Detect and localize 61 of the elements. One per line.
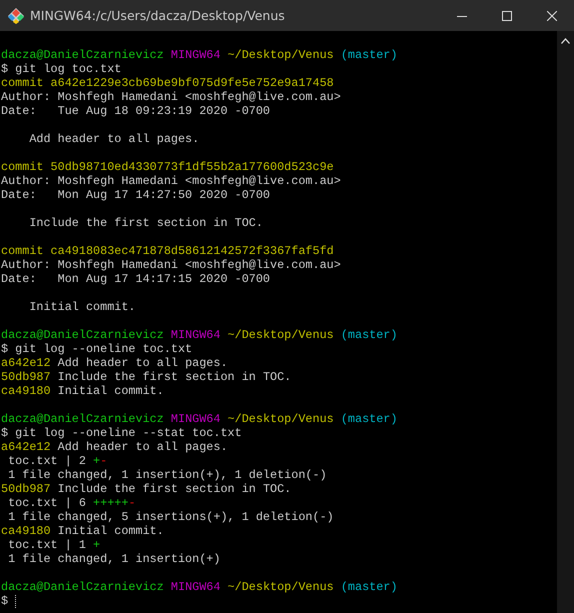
branch-name: (master) [340, 580, 398, 594]
commit-hash: a642e12 [1, 440, 51, 454]
output-text: Author: Moshfegh Hamedani <moshfegh@live.com.au> [1, 90, 341, 104]
output-text: Add header to all pages. [56, 356, 228, 370]
output-text: Initial commit. [28, 300, 136, 314]
output-text: Include the first section in TOC. [28, 216, 263, 230]
directory-path: ~/Desktop/Venus [228, 580, 334, 594]
commit-hash: 50db987 [1, 370, 51, 384]
output-text: Include the first section in TOC. [56, 370, 292, 384]
output-text: $ git log --oneline --stat toc.txt [1, 426, 242, 440]
insertion-marks: + [93, 454, 100, 468]
output-text: toc.txt | 6 [7, 496, 87, 510]
output-text: Include the first section in TOC. [56, 482, 292, 496]
output-text: 1 file changed, 1 insertion(+), 1 deletion(-) [7, 468, 327, 482]
shell-name: MINGW64 [170, 580, 220, 594]
branch-name: (master) [340, 48, 398, 62]
branch-name: (master) [340, 412, 398, 426]
output-text: Date: Mon Aug 17 14:27:50 2020 -0700 [1, 188, 270, 202]
shell-name: MINGW64 [170, 412, 220, 426]
commit-hash: commit a642e1229e3cb69be9bf075d9fe5e752e9a17458 [1, 76, 334, 90]
output-text: Author: Moshfegh Hamedani <moshfegh@live.com.au> [1, 258, 341, 272]
deletion-marks: - [100, 454, 108, 468]
maximize-icon [502, 10, 512, 20]
commit-hash: commit ca4918083ec471878d58612142572f3367faf5fd [1, 244, 334, 258]
directory-path: ~/Desktop/Venus [228, 48, 334, 62]
output-text: Initial commit. [56, 384, 164, 398]
user-host-text: dacza@DanielCzarnievicz [1, 412, 164, 426]
output-text: Initial commit. [56, 524, 164, 538]
output-text: Add header to all pages. [56, 440, 228, 454]
user-host-text: dacza@DanielCzarnievicz [1, 48, 164, 62]
branch-name: (master) [340, 328, 398, 342]
user-host-text: dacza@DanielCzarnievicz [1, 580, 164, 594]
user-host-text: dacza@DanielCzarnievicz [1, 328, 164, 342]
output-text: 1 file changed, 5 insertions(+), 1 deletion(-) [7, 510, 334, 524]
deletion-marks: - [128, 496, 136, 510]
output-text: Date: Tue Aug 18 09:23:19 2020 -0700 [1, 104, 270, 118]
output-text: $ git log --oneline toc.txt [1, 342, 192, 356]
window-title: MINGW64:/c/Users/dacza/Desktop/Venus [30, 8, 286, 23]
commit-hash: 50db987 [1, 482, 51, 496]
scroll-up-icon[interactable] [561, 38, 570, 44]
insertion-marks: +++++ [93, 496, 128, 510]
scrollbar[interactable] [557, 31, 574, 613]
output-text: Date: Mon Aug 17 14:17:15 2020 -0700 [1, 272, 270, 286]
output-text: 1 file changed, 1 insertion(+) [7, 552, 220, 566]
output-text: Add header to all pages. [28, 132, 200, 146]
directory-path: ~/Desktop/Venus [228, 328, 334, 342]
directory-path: ~/Desktop/Venus [228, 412, 334, 426]
output-text: $ [1, 594, 10, 608]
app-icon [8, 8, 24, 24]
commit-hash: ca49180 [1, 524, 51, 538]
shell-name: MINGW64 [170, 48, 220, 62]
output-text: toc.txt | 1 [7, 538, 87, 552]
output-text: toc.txt | 2 [7, 454, 87, 468]
output-text: $ git log toc.txt [1, 62, 122, 76]
close-icon [546, 10, 556, 20]
shell-name: MINGW64 [170, 328, 220, 342]
insertion-marks: + [93, 538, 100, 552]
commit-hash: ca49180 [1, 384, 51, 398]
commit-hash: commit 50db98710ed4330773f1df55b2a177600d523c9e [1, 160, 334, 174]
output-text: Author: Moshfegh Hamedani <moshfegh@live.com.au> [1, 174, 341, 188]
commit-hash: a642e12 [1, 356, 51, 370]
